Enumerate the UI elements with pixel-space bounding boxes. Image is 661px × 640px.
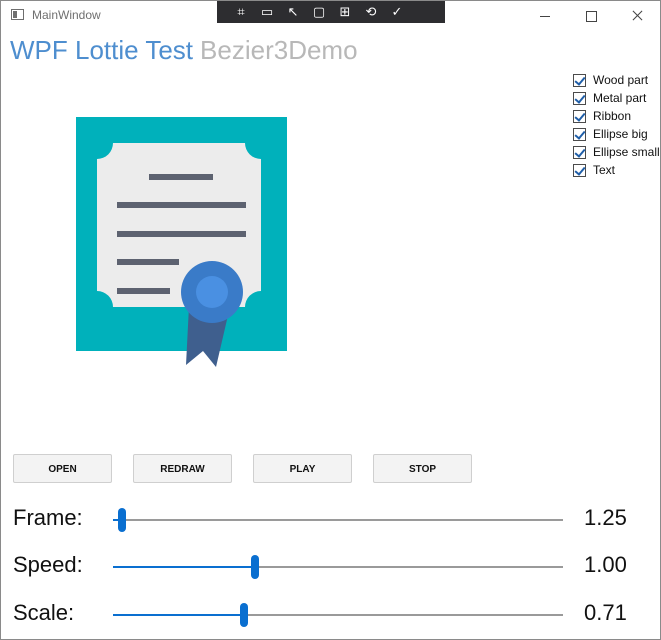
frame-label: Frame: (13, 505, 83, 530)
layer-ellipse-small[interactable]: Ellipse small (573, 143, 660, 161)
refresh-icon[interactable]: ⟲ (362, 3, 380, 21)
text-line (117, 231, 246, 237)
stop-button[interactable]: STOP (373, 454, 472, 483)
frame-row: Frame: 1.25 (1, 503, 660, 533)
speed-label: Speed: (13, 552, 83, 577)
layout-icon[interactable]: ⊞ (336, 3, 354, 21)
text-line (117, 288, 170, 294)
open-button[interactable]: OPEN (13, 454, 112, 483)
ribbon-checkbox[interactable] (573, 109, 586, 123)
layer-metal-part[interactable]: Metal part (573, 89, 660, 107)
check-circle-icon[interactable]: ✓ (388, 3, 406, 21)
demo-title: Bezier3Demo (200, 35, 358, 65)
scale-slider-fill (113, 614, 244, 616)
text-line (117, 202, 246, 208)
scale-value: 0.71 (584, 600, 627, 625)
layer-label: Ellipse big (593, 127, 648, 141)
layer-label: Ribbon (593, 109, 632, 123)
play-button[interactable]: PLAY (253, 454, 352, 483)
layer-ellipse-big[interactable]: Ellipse big (573, 125, 660, 143)
scale-slider-thumb[interactable] (240, 603, 248, 627)
frame-slider[interactable] (113, 508, 563, 532)
frame-value: 1.25 (584, 505, 627, 530)
square-icon[interactable]: ▢ (310, 3, 328, 21)
ellipse-small (196, 276, 228, 308)
close-button[interactable] (614, 1, 660, 31)
redraw-button[interactable]: REDRAW (133, 454, 232, 483)
speed-slider-thumb[interactable] (251, 555, 259, 579)
lottie-animation-canvas (76, 117, 287, 367)
wood-part-checkbox[interactable] (573, 73, 586, 87)
layer-text[interactable]: Text (573, 161, 660, 179)
minimize-icon (540, 16, 550, 17)
app-icon (11, 9, 24, 20)
scale-row: Scale: 0.71 (1, 598, 660, 628)
layer-label: Metal part (593, 91, 647, 105)
layer-label: Ellipse small (593, 145, 660, 159)
pointer-icon[interactable]: ↖ (284, 3, 302, 21)
record-icon[interactable]: ▭ (258, 3, 276, 21)
scale-slider[interactable] (113, 603, 563, 627)
layer-label: Text (593, 163, 616, 177)
layer-checkbox-list: Wood part Metal part Ribbon Ellipse big … (573, 71, 660, 179)
maximize-button[interactable] (568, 1, 614, 31)
debug-toolbar: ⌗ ▭ ↖ ▢ ⊞ ⟲ ✓ (217, 1, 445, 23)
app-title: WPF Lottie Test (10, 35, 194, 65)
ellipse-big-checkbox[interactable] (573, 127, 586, 141)
scale-label: Scale: (13, 600, 75, 625)
text-line (149, 174, 213, 180)
maximize-icon (586, 11, 597, 22)
speed-row: Speed: 1.00 (1, 550, 660, 580)
minimize-button[interactable] (522, 1, 568, 31)
text-line (117, 259, 179, 265)
window-title: MainWindow (32, 8, 101, 22)
layer-ribbon[interactable]: Ribbon (573, 107, 660, 125)
frame-slider-thumb[interactable] (118, 508, 126, 532)
main-window: MainWindow ⌗ ▭ ↖ ▢ ⊞ ⟲ ✓ WPF Lottie Test… (0, 0, 661, 640)
layer-wood-part[interactable]: Wood part (573, 71, 660, 89)
speed-slider-fill (113, 566, 255, 568)
speed-value: 1.00 (584, 552, 627, 577)
select-element-icon[interactable]: ⌗ (232, 3, 250, 21)
speed-slider[interactable] (113, 555, 563, 579)
metal-part-checkbox[interactable] (573, 91, 586, 105)
header: WPF Lottie Test Bezier3Demo (10, 35, 358, 69)
layer-label: Wood part (593, 73, 649, 87)
text-checkbox[interactable] (573, 163, 586, 177)
ellipse-small-checkbox[interactable] (573, 145, 586, 159)
